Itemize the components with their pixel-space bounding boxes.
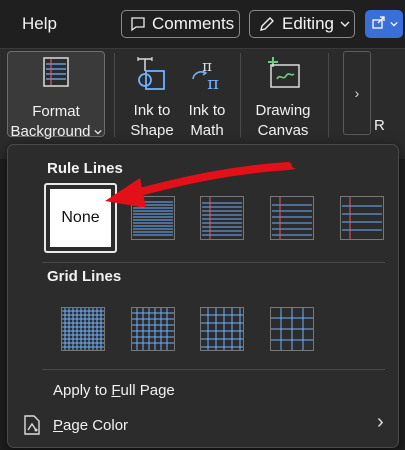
annotation-arrow xyxy=(105,162,296,208)
